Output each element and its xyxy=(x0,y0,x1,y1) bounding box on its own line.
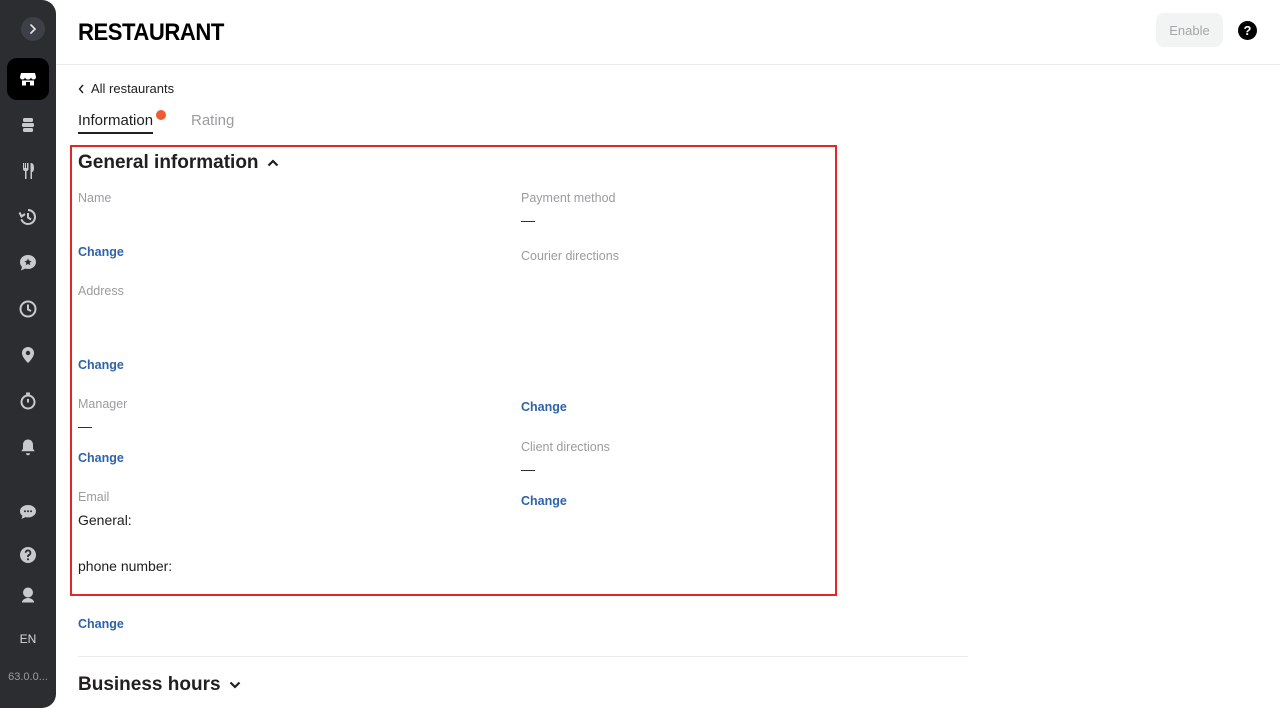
chevron-left-icon xyxy=(78,84,84,93)
section-title: General information xyxy=(78,152,259,173)
notification-dot xyxy=(156,110,166,120)
sidebar-item-menu[interactable] xyxy=(7,104,49,146)
manager-value: — xyxy=(78,418,92,434)
chevron-down-icon xyxy=(229,681,240,689)
language-switcher[interactable]: EN xyxy=(0,632,56,646)
business-hours-toggle[interactable]: Business hours xyxy=(78,674,241,696)
sidebar-item-timing[interactable] xyxy=(7,380,49,422)
tab-information[interactable]: Information xyxy=(78,112,154,134)
phone-number-label: phone number: xyxy=(78,558,173,574)
section-divider xyxy=(78,656,968,657)
payment-method-value: — xyxy=(521,212,535,228)
change-address-link[interactable]: Change xyxy=(78,358,124,372)
sidebar-item-reviews[interactable] xyxy=(7,242,49,284)
chevron-up-icon xyxy=(267,159,278,167)
stopwatch-icon xyxy=(20,392,36,410)
chat-icon xyxy=(20,505,36,519)
courier-directions-label: Courier directions xyxy=(521,249,619,263)
change-courier-directions-link[interactable]: Change xyxy=(521,400,567,414)
address-label: Address xyxy=(78,284,124,298)
history-icon xyxy=(18,209,37,225)
app-version: 63.0.0... xyxy=(8,671,48,683)
sidebar-item-dishes[interactable] xyxy=(7,150,49,192)
tab-rating[interactable]: Rating xyxy=(191,112,234,129)
fork-knife-icon xyxy=(23,163,34,179)
change-email-link[interactable]: Change xyxy=(78,617,124,631)
sidebar-item-schedule[interactable] xyxy=(7,288,49,330)
email-label: Email xyxy=(78,490,110,504)
change-manager-link[interactable]: Change xyxy=(78,451,124,465)
sidebar: EN 63.0.0... xyxy=(0,0,56,708)
change-name-link[interactable]: Change xyxy=(78,245,124,259)
change-client-directions-link[interactable]: Change xyxy=(521,494,567,508)
name-label: Name xyxy=(78,191,112,205)
sidebar-item-chat[interactable] xyxy=(7,491,49,533)
back-link-label: All restaurants xyxy=(91,81,175,96)
help-button-label: ? xyxy=(1243,23,1252,38)
bell-icon xyxy=(21,439,35,456)
sidebar-toggle-button[interactable] xyxy=(21,17,45,41)
app-logo: RESTAURANT xyxy=(78,19,224,46)
general-information-toggle[interactable]: General information xyxy=(78,152,279,174)
manager-label: Manager xyxy=(78,397,128,411)
layers-icon xyxy=(22,118,34,132)
enable-button[interactable]: Enable xyxy=(1156,13,1223,47)
sidebar-item-restaurants[interactable] xyxy=(7,58,49,100)
sidebar-item-history[interactable] xyxy=(7,196,49,238)
location-pin-icon xyxy=(22,347,34,363)
award-icon xyxy=(22,587,34,603)
client-directions-value: — xyxy=(521,461,535,477)
sidebar-item-help[interactable] xyxy=(7,534,49,576)
sidebar-item-achievements[interactable] xyxy=(7,574,49,616)
chevron-right-icon xyxy=(30,24,37,34)
payment-method-label: Payment method xyxy=(521,191,616,205)
top-header: RESTAURANT Enable ? xyxy=(56,0,1280,65)
help-icon xyxy=(20,547,36,563)
back-to-restaurants-link[interactable]: All restaurants xyxy=(78,81,174,96)
client-directions-label: Client directions xyxy=(521,440,610,454)
help-button[interactable]: ? xyxy=(1238,21,1257,40)
sidebar-item-delivery-zone[interactable] xyxy=(7,334,49,376)
general-email-label: General: xyxy=(78,512,132,528)
sidebar-item-notifications[interactable] xyxy=(7,426,49,468)
highlight-box xyxy=(70,145,837,596)
business-hours-title: Business hours xyxy=(78,674,221,695)
chat-star-icon xyxy=(20,255,36,271)
store-icon xyxy=(20,73,36,86)
clock-icon xyxy=(19,300,37,318)
